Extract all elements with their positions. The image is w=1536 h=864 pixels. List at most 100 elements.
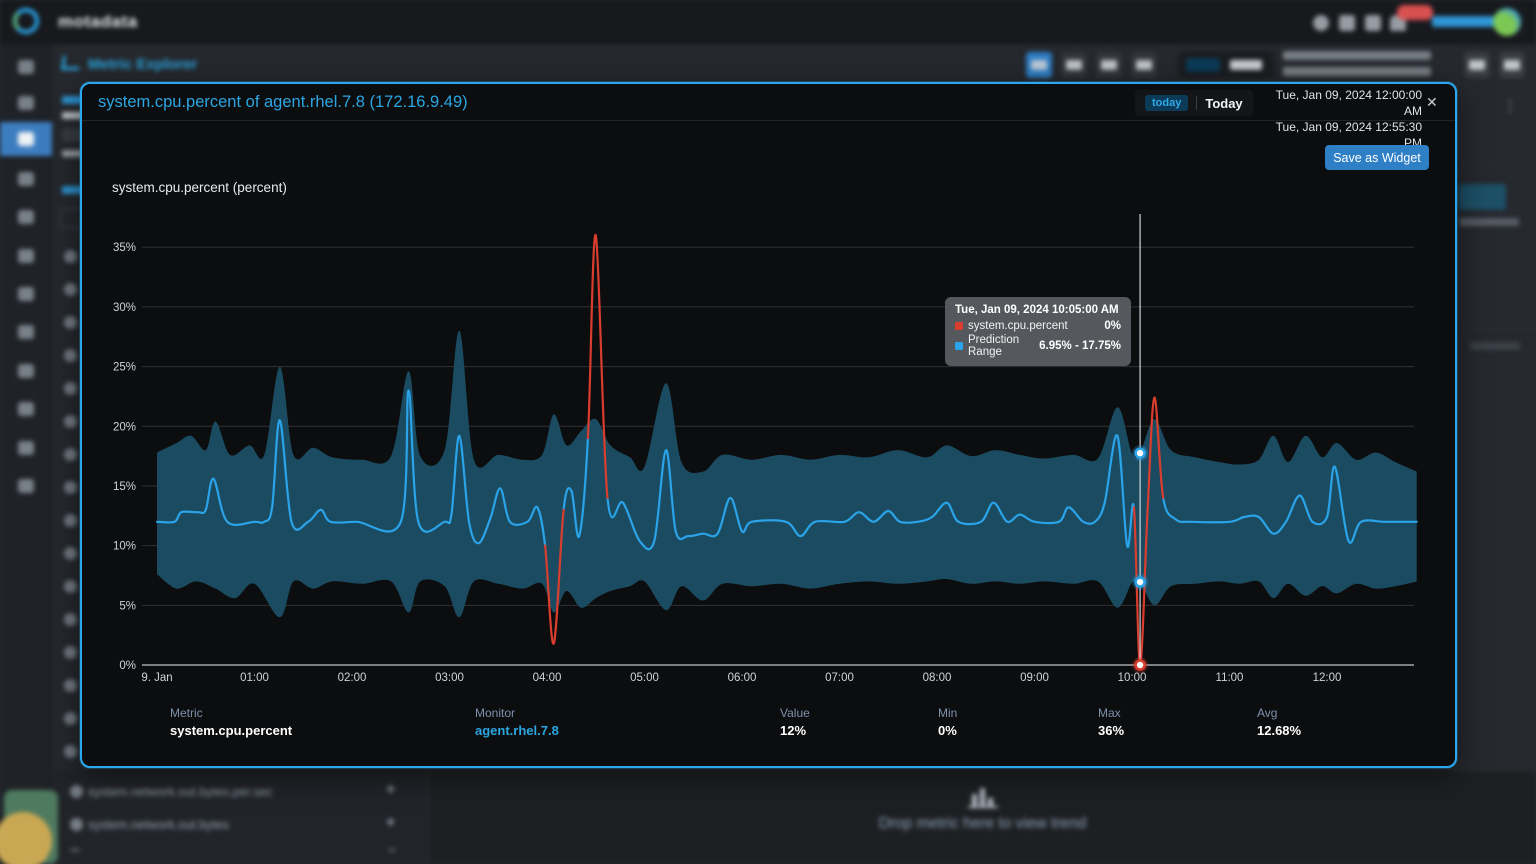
svg-text:15%: 15% (113, 481, 136, 493)
chart-title: system.cpu.percent (percent) (112, 180, 287, 195)
svg-text:0%: 0% (119, 660, 136, 672)
topbar: motadata (0, 0, 1536, 44)
bg-toolbar-button[interactable] (1464, 52, 1490, 78)
svg-text:30%: 30% (113, 302, 136, 314)
package-icon[interactable] (1365, 15, 1381, 31)
time-preset-control[interactable]: today Today (1135, 90, 1253, 116)
metric-list-item[interactable]: system.network.out.bytes.per.sec (88, 785, 273, 799)
bg-toolbar-button[interactable] (1499, 52, 1525, 78)
bg-text-bar (1470, 342, 1520, 350)
time-range-start: Tue, Jan 09, 2024 12:00:00 AM (1275, 88, 1422, 118)
metric-detail-modal: system.cpu.percent of agent.rhel.7.8 (17… (80, 82, 1457, 768)
svg-text:07:00: 07:00 (825, 672, 854, 684)
modal-title: system.cpu.percent of agent.rhel.7.8 (17… (98, 93, 468, 111)
metric-list-panel: system.network.out.bytes.per.sec + syste… (52, 770, 428, 864)
sidebar-item-reports[interactable] (18, 172, 34, 186)
sidebar-item-settings[interactable] (18, 479, 34, 493)
shield-icon[interactable] (1339, 15, 1355, 31)
drop-hint-text: Drop metric here to view trend (878, 815, 1087, 832)
sidebar-item-topology[interactable] (18, 210, 34, 224)
sidebar-item-logs[interactable] (18, 441, 34, 455)
sidebar-item-cloud[interactable] (18, 364, 34, 378)
stat-avg: Avg 12.68% (1257, 706, 1302, 738)
metric-list-item[interactable]: system.network.out.bytes (88, 818, 229, 832)
save-as-widget-button[interactable]: Save as Widget (1325, 145, 1429, 170)
sidebar-item-monitor[interactable] (18, 96, 34, 110)
logo-text: motadata (58, 12, 138, 31)
divider (1459, 328, 1536, 329)
avatar[interactable] (1493, 8, 1521, 36)
bg-today-text (1230, 60, 1262, 70)
metric-chart[interactable]: 0% 5% 10% 15% 20% 25% 30% 35% 9. Jan 01:00 02:00 03… (92, 199, 1432, 699)
tooltip-timestamp: Tue, Jan 09, 2024 10:05:00 AM (955, 304, 1119, 316)
svg-text:04:00: 04:00 (533, 672, 562, 684)
topbar-link-placeholder[interactable] (1432, 16, 1494, 27)
svg-text:25%: 25% (113, 362, 136, 374)
tooltip-row: Prediction Range 6.95% - 17.75% (955, 334, 1121, 358)
modal-header: system.cpu.percent of agent.rhel.7.8 (17… (82, 84, 1455, 150)
sidebar-item-ncm[interactable] (18, 325, 34, 339)
time-range-display: Tue, Jan 09, 2024 12:00:00 AM Tue, Jan 0… (1267, 87, 1422, 151)
svg-text:06:00: 06:00 (728, 672, 757, 684)
stat-value: Value 12% (780, 706, 810, 738)
metric-bullet-icon (70, 818, 83, 831)
bg-date-text (1283, 51, 1431, 60)
stat-monitor: Monitor agent.rhel.7.8 (475, 706, 559, 738)
series-marker-icon (955, 322, 963, 330)
metric-explorer-icon (61, 56, 81, 70)
svg-text:09:00: 09:00 (1020, 672, 1049, 684)
series-marker-icon (955, 342, 963, 350)
bg-mini-chart (1458, 184, 1506, 210)
sidebar-item-alerts[interactable] (18, 249, 34, 263)
bg-time-preset-control[interactable] (1178, 52, 1274, 78)
tooltip-row: system.cpu.percent 0% (955, 320, 1121, 332)
notification-badge (1397, 5, 1433, 20)
metric-bullet-icon (70, 785, 83, 798)
monitor-link[interactable]: agent.rhel.7.8 (475, 723, 559, 738)
motadata-logo-icon (13, 8, 39, 34)
sidebar-item-dashboard[interactable] (18, 60, 34, 74)
add-metric-icon[interactable]: + (386, 781, 395, 799)
divider (1196, 96, 1198, 110)
svg-text:10:00: 10:00 (1118, 672, 1147, 684)
sidebar-item-metric-explorer[interactable] (18, 132, 34, 146)
svg-text:10%: 10% (113, 541, 136, 553)
svg-text:5%: 5% (119, 600, 136, 612)
chart-type-line-button[interactable] (1026, 52, 1052, 78)
time-preset-badge: today (1145, 95, 1189, 111)
svg-text:11:00: 11:00 (1216, 672, 1244, 684)
sidebar (0, 44, 52, 864)
bg-text-bar (1459, 218, 1519, 226)
add-metric-icon[interactable]: + (386, 814, 395, 832)
kebab-menu-icon[interactable]: ⋮ (1502, 96, 1518, 116)
bg-text-bar (388, 848, 396, 852)
time-preset-label: Today (1205, 95, 1243, 111)
page-title: Metric Explorer (88, 56, 198, 73)
bg-text-bar (70, 848, 80, 852)
svg-text:03:00: 03:00 (435, 672, 464, 684)
svg-text:20%: 20% (113, 421, 136, 433)
stat-max: Max 36% (1098, 706, 1125, 738)
stat-metric: Metric system.cpu.percent (170, 706, 293, 738)
svg-text:08:00: 08:00 (923, 672, 952, 684)
search-icon[interactable] (1313, 15, 1329, 31)
svg-text:35%: 35% (113, 242, 136, 254)
close-icon[interactable]: ✕ (1426, 94, 1438, 111)
sidebar-item-server[interactable] (18, 402, 34, 416)
sidebar-item-network[interactable] (18, 287, 34, 301)
bg-today-pill (1186, 58, 1220, 72)
bg-date-text (1283, 67, 1431, 76)
svg-text:9. Jan: 9. Jan (141, 672, 172, 684)
screen: motadata Metric Explorer ⋮ system.networ… (0, 0, 1536, 864)
bar-chart-icon (968, 786, 998, 808)
svg-text:12:00: 12:00 (1313, 672, 1342, 684)
svg-text:05:00: 05:00 (630, 672, 659, 684)
chart-type-bar-button[interactable] (1131, 52, 1157, 78)
svg-text:02:00: 02:00 (338, 672, 367, 684)
chart-tooltip: Tue, Jan 09, 2024 10:05:00 AM system.cpu… (945, 297, 1131, 366)
chart-type-area-button[interactable] (1096, 52, 1122, 78)
stat-min: Min 0% (938, 706, 958, 738)
chart-type-spline-button[interactable] (1061, 52, 1087, 78)
svg-text:01:00: 01:00 (240, 672, 269, 684)
divider (1459, 163, 1536, 164)
